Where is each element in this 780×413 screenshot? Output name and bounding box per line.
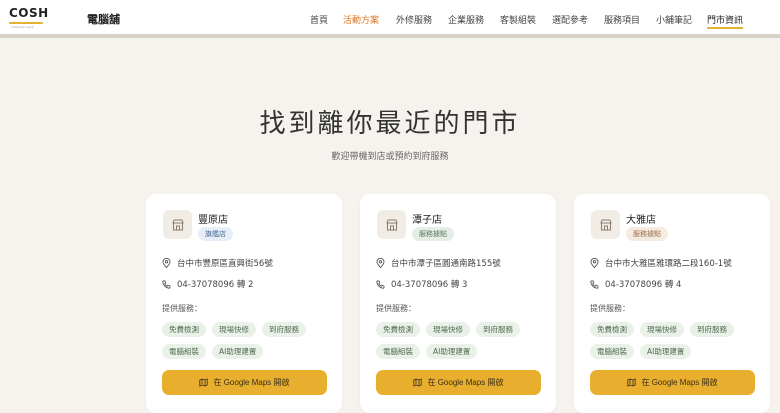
services-label: 提供服務：	[376, 304, 416, 313]
open-google-maps-label: 在 Google Maps 開啟	[641, 378, 718, 387]
store-card-fengyuan: 豐原店 旗艦店 台中市豐原區直興街56號 04-37078096 轉 2 提供服…	[146, 194, 342, 413]
store-badge: 服務據點	[412, 227, 454, 241]
address-row: 台中市潭子區圓通南路155號	[376, 257, 501, 269]
store-name: 潭子店	[412, 215, 442, 226]
service-tag: 現場快修	[640, 322, 684, 337]
nav-services[interactable]: 服務項目	[604, 13, 640, 26]
service-tag: 電腦組裝	[162, 344, 206, 359]
nav-spec-reference[interactable]: 選配參考	[552, 13, 588, 26]
store-badge: 旗艦店	[198, 227, 233, 241]
service-tag: AI助理建置	[212, 344, 264, 359]
service-tag: 電腦組裝	[376, 344, 420, 359]
services-label: 提供服務：	[162, 304, 202, 313]
service-tag: 到府服務	[262, 322, 306, 337]
phone-icon	[590, 280, 599, 289]
open-google-maps-button[interactable]: 在 Google Maps 開啟	[376, 370, 541, 395]
top-navigation-bar: COSH computer shop 電腦舖 首頁 活動方案 外修服務 企業服務…	[0, 0, 780, 38]
open-google-maps-label: 在 Google Maps 開啟	[213, 378, 290, 387]
open-google-maps-label: 在 Google Maps 開啟	[427, 378, 504, 387]
service-tag: 到府服務	[476, 322, 520, 337]
service-tag: 現場快修	[426, 322, 470, 337]
map-icon	[627, 378, 637, 387]
service-tag: 免費檢測	[162, 322, 206, 337]
store-icon	[163, 210, 192, 239]
service-tag: 到府服務	[690, 322, 734, 337]
nav-store-info[interactable]: 門市資訊	[707, 13, 744, 29]
store-name: 豐原店	[198, 215, 228, 226]
store-name: 大雅店	[626, 215, 656, 226]
service-tag: AI助理建置	[426, 344, 478, 359]
open-google-maps-button[interactable]: 在 Google Maps 開啟	[162, 370, 327, 395]
service-tag: AI助理建置	[640, 344, 692, 359]
store-icon	[377, 210, 406, 239]
nav-enterprise[interactable]: 企業服務	[448, 13, 484, 26]
store-card-daya: 大雅店 服務據點 台中市大雅區雅環路二段160-1號 04-37078096 轉…	[574, 194, 770, 413]
store-address: 台中市潭子區圓通南路155號	[391, 259, 501, 269]
service-tag: 免費檢測	[590, 322, 634, 337]
map-icon	[413, 378, 423, 387]
phone-icon	[376, 280, 385, 289]
nav-home[interactable]: 首頁	[310, 13, 328, 26]
store-address: 台中市大雅區雅環路二段160-1號	[605, 259, 732, 269]
open-google-maps-button[interactable]: 在 Google Maps 開啟	[590, 370, 755, 395]
store-icon	[591, 210, 620, 239]
page-title: 找到離你最近的門市	[259, 109, 521, 139]
phone-row: 04-37078096 轉 2	[162, 278, 253, 290]
location-pin-icon	[590, 258, 599, 268]
service-tag: 電腦組裝	[590, 344, 634, 359]
location-pin-icon	[162, 258, 171, 268]
map-icon	[199, 378, 209, 387]
service-tag: 免費檢測	[376, 322, 420, 337]
address-row: 台中市豐原區直興街56號	[162, 257, 273, 269]
phone-row: 04-37078096 轉 4	[590, 278, 681, 290]
nav-external-repair[interactable]: 外修服務	[396, 13, 432, 26]
store-card-tanzi: 潭子店 服務據點 台中市潭子區圓通南路155號 04-37078096 轉 3 …	[360, 194, 556, 413]
store-address: 台中市豐原區直興街56號	[177, 259, 273, 269]
nav-notes[interactable]: 小舖筆記	[656, 13, 692, 26]
page-subtitle: 歡迎帶機到店或預約到府服務	[331, 152, 449, 162]
service-tag: 現場快修	[212, 322, 256, 337]
nav-promotions[interactable]: 活動方案	[343, 13, 379, 26]
services-label: 提供服務：	[590, 304, 630, 313]
store-phone[interactable]: 04-37078096 轉 4	[605, 278, 681, 290]
phone-icon	[162, 280, 171, 289]
address-row: 台中市大雅區雅環路二段160-1號	[590, 257, 732, 269]
store-phone[interactable]: 04-37078096 轉 3	[391, 278, 467, 290]
nav-custom-build[interactable]: 客製組裝	[500, 13, 536, 26]
location-pin-icon	[376, 258, 385, 268]
main-nav: 首頁 活動方案 外修服務 企業服務 客製組裝 選配參考 服務項目 小舖筆記 門市…	[0, 13, 780, 29]
store-phone[interactable]: 04-37078096 轉 2	[177, 278, 253, 290]
phone-row: 04-37078096 轉 3	[376, 278, 467, 290]
store-badge: 服務據點	[626, 227, 668, 241]
